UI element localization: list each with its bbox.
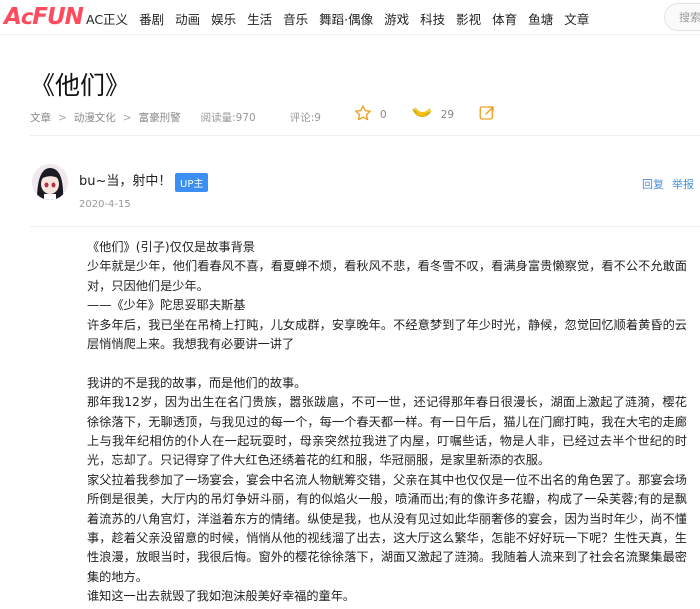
paragraph: 家父拉着我参加了一场宴会，宴会中名流人物觥筹交错，父亲在其中也仅仅是一位不出名的… — [87, 472, 687, 584]
paragraph — [87, 354, 687, 373]
comment-count: 评论:9 — [289, 112, 321, 124]
paragraph: 谁知这一出去就毁了我如泡沫般美好幸福的童年。 — [87, 589, 356, 604]
nav-item[interactable]: 游戏 — [384, 9, 409, 28]
share-icon[interactable] — [478, 104, 496, 125]
nav-menu: AC正义 番剧 动画 娱乐 生活 音乐 舞蹈·偶像 游戏 科技 影视 体育 鱼塘 文章 — [86, 9, 600, 28]
nav-item[interactable]: 鱼塘 — [528, 9, 553, 28]
nav-item[interactable]: 娱乐 — [211, 9, 236, 28]
search-input[interactable]: 搜索 — [664, 3, 700, 31]
breadcrumb: 文章 > 动漫文化 > 富豪刑警 阅读量:970 评论:9 — [30, 110, 321, 125]
nav-item[interactable]: AC正义 — [86, 9, 128, 28]
top-navigation: AcFUN AC正义 番剧 动画 娱乐 生活 音乐 舞蹈·偶像 游戏 科技 影视 体育 鱼塘 文章 搜索 — [0, 0, 700, 35]
nav-item[interactable]: 生活 — [247, 9, 272, 28]
avatar[interactable] — [32, 164, 68, 200]
paragraph: 许多年后，我已坐在吊椅上打盹，儿女成群，安享晚年。不经意梦到了年少时光，静候，忽… — [87, 317, 687, 352]
banana-icon[interactable] — [411, 105, 433, 124]
nav-item[interactable]: 体育 — [492, 9, 517, 28]
nav-item[interactable]: 动画 — [175, 9, 200, 28]
star-icon[interactable] — [354, 104, 372, 125]
chevron-right-icon: > — [122, 111, 132, 124]
breadcrumb-item-anime-culture[interactable]: 动漫文化 — [74, 110, 116, 125]
up-badge: UP主 — [175, 173, 209, 192]
chevron-right-icon: > — [58, 111, 67, 124]
paragraph: 少年就是少年，他们看春风不喜，看夏蝉不烦，看秋风不悲，看冬雪不叹，看满身富贵懒察… — [87, 259, 687, 293]
article-title: 《他们》 — [30, 71, 131, 100]
article-body: 《他们》(引子)仅仅是故事背景少年就是少年，他们看春风不喜，看夏蝉不烦，看秋风不… — [87, 238, 687, 607]
nav-item[interactable]: 音乐 — [283, 9, 308, 28]
author-name[interactable]: bu~当，射中！ — [79, 170, 171, 189]
paragraph: 《他们》(引子)仅仅是故事背景 — [87, 240, 255, 254]
reply-link[interactable]: 回复 — [642, 176, 664, 192]
banana-count: 29 — [440, 108, 455, 121]
view-count: 阅读量:970 — [200, 112, 256, 124]
search-placeholder: 搜索 — [679, 11, 700, 24]
report-link[interactable]: 举报 — [672, 176, 694, 192]
nav-item[interactable]: 科技 — [420, 9, 445, 28]
nav-item[interactable]: 舞蹈·偶像 — [319, 9, 373, 28]
nav-item[interactable]: 影视 — [456, 9, 481, 28]
breadcrumb-item-articles[interactable]: 文章 — [30, 110, 51, 125]
breadcrumb-item-channel[interactable]: 富豪刑警 — [139, 110, 181, 125]
article-actions: 0 29 — [354, 104, 496, 125]
nav-item[interactable]: 番剧 — [139, 9, 164, 28]
like-count: 0 — [380, 108, 387, 121]
nav-item[interactable]: 文章 — [564, 9, 589, 28]
paragraph: ——《少年》陀思妥耶夫斯基 — [87, 298, 246, 313]
acfun-logo[interactable]: AcFUN — [4, 4, 84, 30]
divider — [30, 226, 700, 227]
paragraph: 我讲的不是我的故事，而是他们的故事。 — [87, 375, 307, 390]
paragraph: 那年我12岁，因为出生在名门贵族，嚣张跋扈，不可一世，还记得那年春日很漫长，湖面… — [87, 395, 687, 468]
divider — [30, 135, 700, 136]
post-date: 2020-4-15 — [79, 199, 131, 210]
